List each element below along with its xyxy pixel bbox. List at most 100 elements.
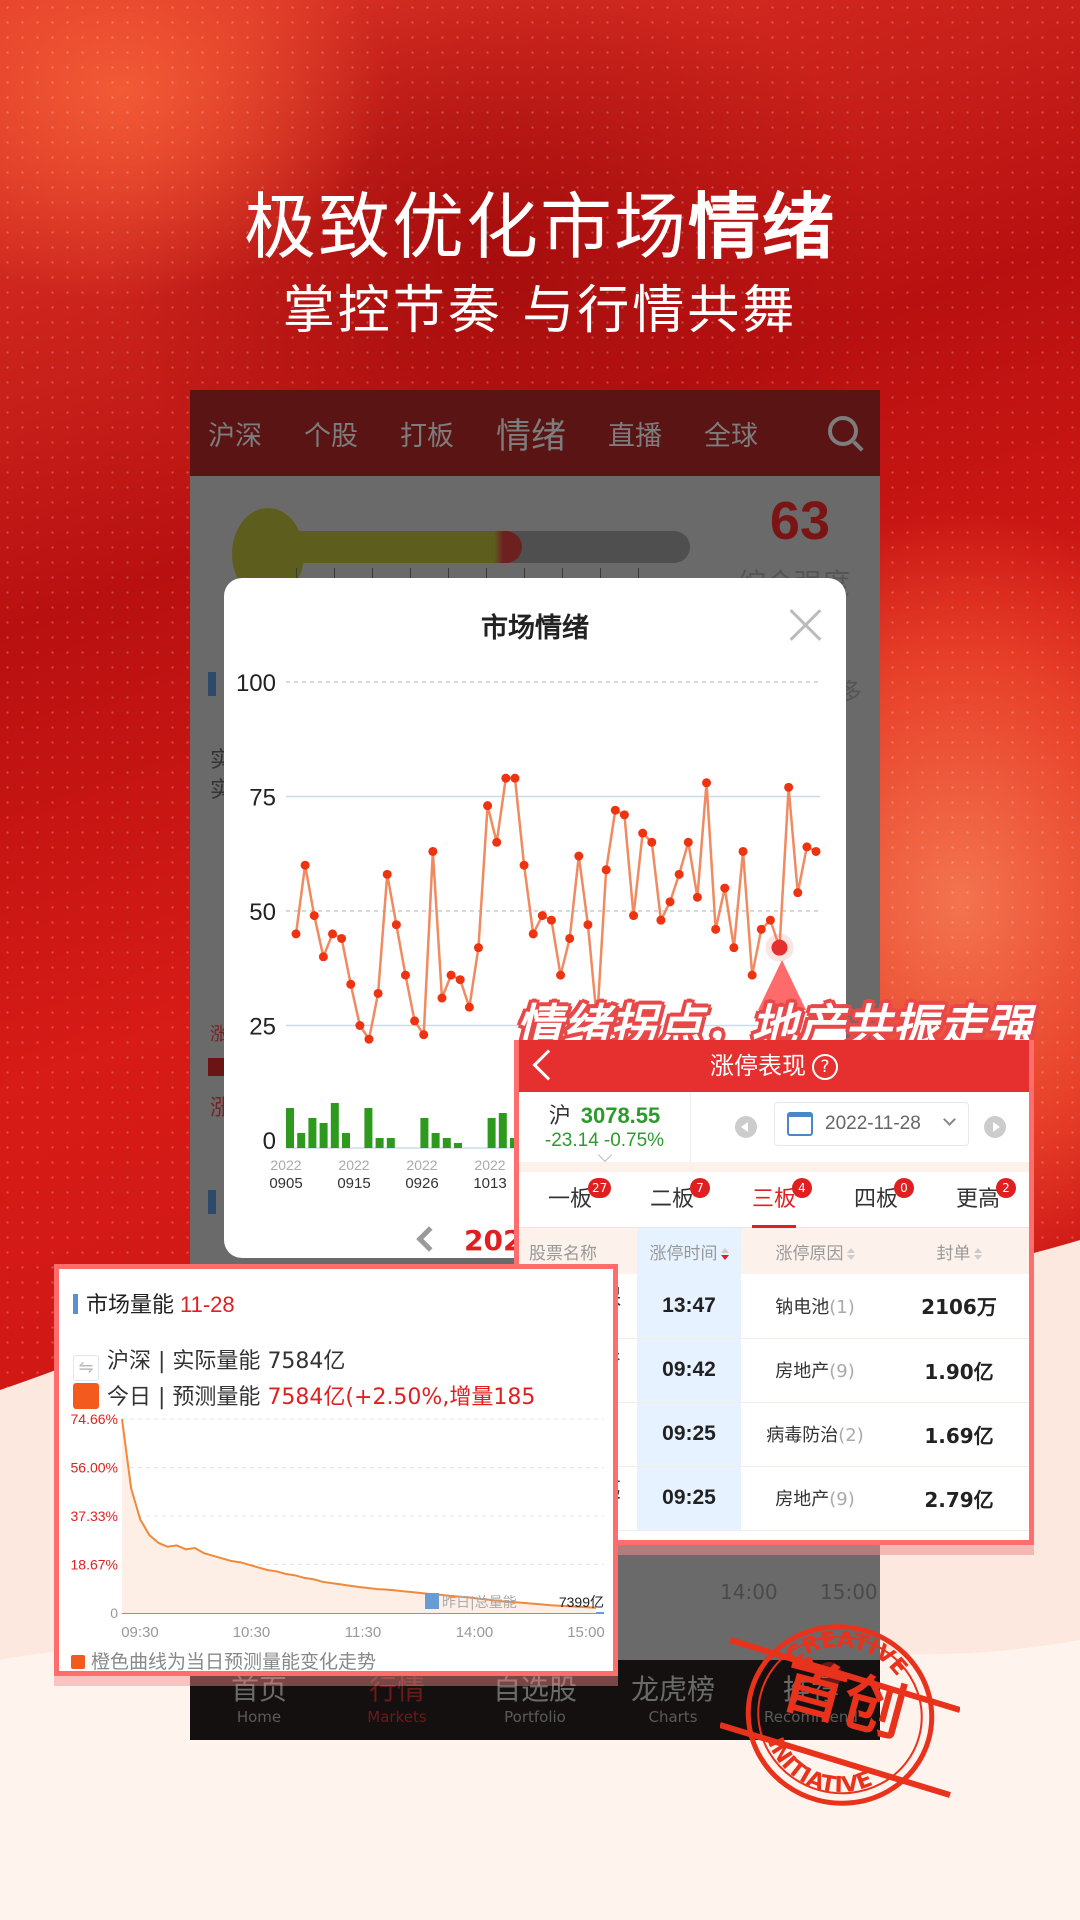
section-marker xyxy=(208,672,216,696)
volume-bar xyxy=(342,1133,350,1148)
volume-bar xyxy=(319,1123,328,1148)
legend-label: 昨日|总量能 xyxy=(442,1595,517,1611)
section-marker xyxy=(208,1190,216,1214)
count-badge: 2 xyxy=(996,1178,1016,1198)
next-date-button[interactable] xyxy=(984,1116,1006,1138)
limit-time: 09:42 xyxy=(637,1338,741,1403)
y-tick-label: 100 xyxy=(236,670,276,697)
y-tick-label: 74.66% xyxy=(71,1411,118,1427)
promo-subheadline: 掌控节奏 与行情共舞 xyxy=(282,281,798,341)
footer-text: 橙色曲线为当日预测量能变化走势 xyxy=(91,1651,377,1673)
index-quote[interactable]: 沪 3078.55 -23.14 -0.75% xyxy=(519,1092,691,1163)
seal-order: 1.69亿 xyxy=(889,1402,1029,1467)
seal-order: 2106万 xyxy=(889,1274,1029,1339)
data-point xyxy=(665,897,675,907)
volume-bar xyxy=(286,1108,294,1148)
data-point xyxy=(802,842,812,852)
tab-global[interactable]: 全球 xyxy=(704,414,758,453)
date-value: 2022-11-28 xyxy=(825,1113,921,1134)
prev-date-button[interactable] xyxy=(735,1116,757,1138)
data-point xyxy=(428,846,438,856)
date-picker[interactable]: 2022-11-28 xyxy=(774,1102,969,1146)
search-icon[interactable] xyxy=(828,416,858,446)
reason-text: 钠电池 xyxy=(775,1296,830,1318)
reason-count: (2) xyxy=(838,1425,864,1446)
reason-count: (9) xyxy=(829,1361,855,1382)
data-point xyxy=(610,805,620,815)
help-icon[interactable]: ? xyxy=(812,1054,838,1080)
data-point xyxy=(574,851,584,861)
data-point xyxy=(793,888,803,898)
tab-label: 二板 xyxy=(649,1187,694,1212)
index-name: 沪 xyxy=(548,1104,571,1129)
data-point xyxy=(337,933,347,943)
tab-board-1[interactable]: 一板 27 xyxy=(519,1172,621,1227)
limit-reason: 房地产(9) xyxy=(741,1466,889,1531)
data-point xyxy=(346,979,356,989)
volume-bar xyxy=(487,1118,496,1148)
data-point xyxy=(501,773,511,783)
volume-bar xyxy=(420,1118,429,1148)
count-badge: 27 xyxy=(588,1178,612,1198)
tab-board-4[interactable]: 四板 0 xyxy=(825,1172,927,1227)
data-point xyxy=(674,869,684,879)
tab-hushen[interactable]: 沪深 xyxy=(208,414,262,453)
data-point xyxy=(556,970,566,980)
headline-regular: 极致优化市场 xyxy=(243,185,688,269)
x-tick-label: 11:30 xyxy=(345,1624,381,1641)
data-point xyxy=(519,860,529,870)
sort-desc-icon xyxy=(720,1247,729,1260)
tab-label: 三板 xyxy=(751,1187,796,1212)
volume-bar xyxy=(364,1108,373,1148)
data-point xyxy=(546,915,556,925)
data-point xyxy=(528,929,538,939)
col-seal-order[interactable]: 封单 xyxy=(889,1228,1029,1274)
data-point xyxy=(464,1002,474,1012)
volume-bar xyxy=(498,1113,507,1148)
legend-swatch xyxy=(425,1593,439,1609)
volume-bar xyxy=(297,1133,306,1148)
tab-board-2[interactable]: 二板 7 xyxy=(621,1172,723,1227)
y-tick-label: 18.67% xyxy=(71,1556,118,1572)
time-label: 14:00 xyxy=(720,1580,778,1604)
orange-swatch-icon xyxy=(71,1655,85,1669)
index-price: 3078.55 xyxy=(580,1103,661,1128)
column-label: 涨停时间 xyxy=(649,1243,718,1264)
headline-bold: 情绪 xyxy=(688,185,837,269)
tab-live[interactable]: 直播 xyxy=(608,414,662,453)
seal-order: 1.90亿 xyxy=(889,1338,1029,1403)
reason-text: 病毒防治 xyxy=(766,1425,839,1446)
legend-value: 7399亿 xyxy=(559,1594,604,1610)
index-change-pct: -0.75% xyxy=(603,1130,665,1151)
volume-chart: 0 18.67% 37.33% 56.00% 74.66% 09:30 10:30 11:30… xyxy=(71,1411,605,1641)
x-tick-year: 2022 xyxy=(474,1157,505,1173)
data-point xyxy=(765,915,775,925)
x-tick-year: 2022 xyxy=(406,1157,437,1173)
data-point xyxy=(318,952,328,962)
tab-emotion[interactable]: 情绪 xyxy=(496,408,566,459)
tab-board-higher[interactable]: 更高 2 xyxy=(927,1172,1029,1227)
tab-stocks[interactable]: 个股 xyxy=(304,414,358,453)
data-point xyxy=(410,1016,420,1026)
limit-time: 09:25 xyxy=(637,1402,741,1467)
limit-time: 13:47 xyxy=(637,1274,741,1339)
data-point xyxy=(492,837,502,847)
tab-daban[interactable]: 打板 xyxy=(400,414,454,453)
back-icon[interactable] xyxy=(532,1049,564,1081)
data-point xyxy=(683,837,693,847)
col-limit-time[interactable]: 涨停时间 xyxy=(637,1228,741,1274)
col-reason[interactable]: 涨停原因 xyxy=(741,1228,889,1274)
y-tick-label: 56.00% xyxy=(71,1459,118,1475)
data-point xyxy=(455,975,465,985)
reason-count: (9) xyxy=(829,1489,855,1510)
data-point xyxy=(583,920,593,930)
x-tick-label: 15:00 xyxy=(567,1624,605,1641)
data-point xyxy=(738,846,748,856)
tab-board-3[interactable]: 三板 4 xyxy=(723,1172,825,1228)
data-point xyxy=(692,892,702,902)
reason-count: (1) xyxy=(829,1296,855,1318)
volume-bar xyxy=(330,1103,339,1148)
volume-bar xyxy=(375,1138,384,1148)
gauge-scale xyxy=(296,568,676,578)
column-label: 涨停原因 xyxy=(775,1243,844,1264)
